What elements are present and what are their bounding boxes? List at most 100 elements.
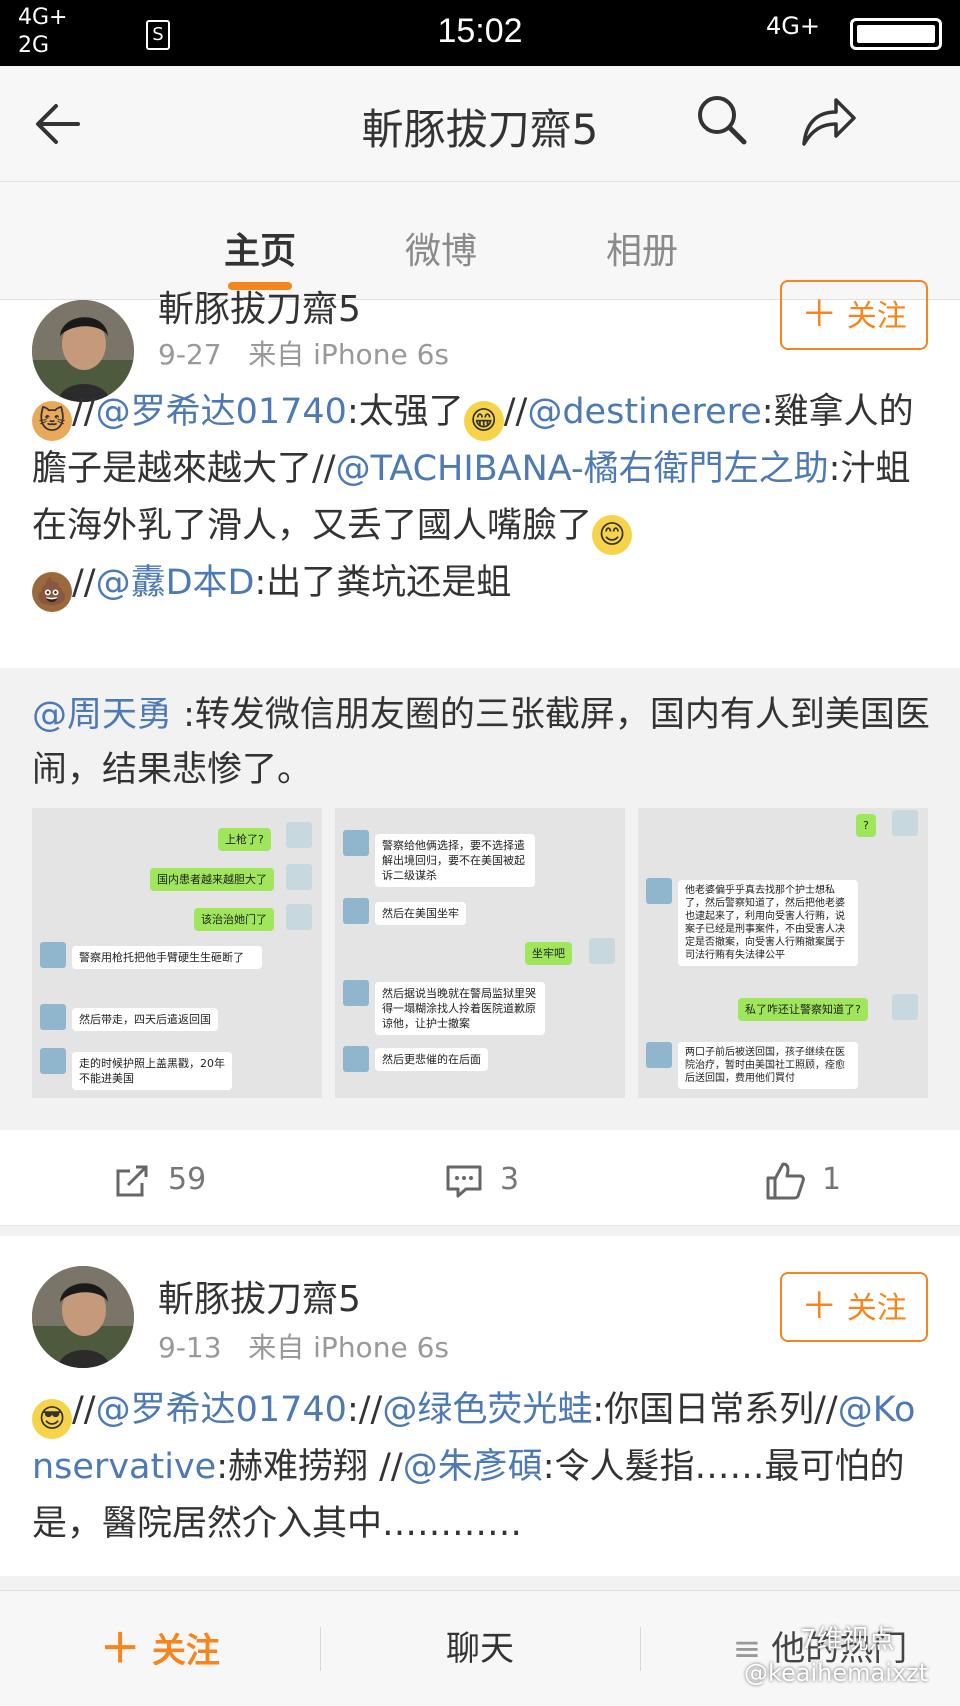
repost-text: @周天勇 :转发微信朋友圈的三张截屏，国内有人到美国医闹，结果悲惨了。 bbox=[32, 688, 932, 798]
thumbnail-image[interactable]: 上枪了? 国内患者越来越胆大了 该治治她门了 警察用枪托把他手臂硬生生砸断了 然… bbox=[32, 808, 322, 1098]
text-span: :出了粪坑还是蛆 bbox=[254, 563, 512, 603]
smile-emoji-icon: 😊 bbox=[592, 515, 633, 555]
repost-button[interactable]: 59 bbox=[112, 1130, 206, 1230]
avatar[interactable] bbox=[32, 1266, 134, 1368]
text-span: // bbox=[72, 1390, 96, 1430]
avatar-photo bbox=[32, 1266, 134, 1368]
plus-icon: ＋ bbox=[801, 294, 838, 335]
chat-avatar bbox=[286, 864, 312, 890]
mention-link[interactable]: @destinerere bbox=[527, 392, 761, 432]
mention-link[interactable]: @罗希达01740 bbox=[96, 1390, 347, 1430]
chat-avatar bbox=[40, 1048, 66, 1074]
battery-icon bbox=[850, 18, 942, 50]
sunglasses-emoji-icon: 😎 bbox=[32, 1399, 72, 1439]
chat-avatar bbox=[343, 1046, 369, 1072]
mention-link[interactable]: @罗希达01740 bbox=[96, 392, 347, 432]
chat-avatar bbox=[589, 938, 615, 964]
text-span: :赫难捞翔 // bbox=[216, 1447, 403, 1487]
like-count: 1 bbox=[822, 1162, 842, 1197]
mention-link[interactable]: @朱彥碩 bbox=[403, 1447, 543, 1487]
mention-link[interactable]: @TACHIBANA-橘右衛門左之助 bbox=[336, 449, 829, 489]
poop-emoji-icon: 💩 bbox=[32, 572, 72, 612]
post-username[interactable]: 斬豚拔刀齋5 bbox=[158, 280, 361, 332]
chat-bubble: 两口子前后被送回国，孩子继续在医院治疗，暂时由美国社工照顾，痊愈后送回国，费用他… bbox=[678, 1042, 858, 1089]
like-button[interactable]: 1 bbox=[764, 1130, 841, 1230]
chat-avatar bbox=[343, 980, 369, 1006]
post-body: 🐱//@罗希达01740:太强了 😁//@destinerere:雞拿人的膽子是越… bbox=[32, 384, 932, 612]
chat-avatar bbox=[892, 810, 918, 836]
follow-label: 关注 bbox=[846, 299, 907, 334]
nav-bar: 斬豚拔刀齋5 bbox=[0, 66, 960, 182]
thumbnail-image[interactable]: ? 他老婆偏乎乎真去找那个护士想私了，然后警察知道了，然后把他老婆也逮起来了，利… bbox=[638, 808, 928, 1098]
post-body: 😎//@罗希达01740://@绿色荧光蛙:你国日常系列//@Konservat… bbox=[32, 1382, 932, 1553]
mention-link[interactable]: @纛D本D bbox=[96, 563, 255, 603]
network-label: 4G+ bbox=[766, 12, 820, 40]
chat-avatar bbox=[40, 942, 66, 968]
chat-bubble: 走的时候护照上盖黑戳，20年不能进美国 bbox=[72, 1052, 232, 1090]
post-card: 斬豚拔刀齋5 9-13 来自 iPhone 6s ＋ 关注 😎//@罗希达017… bbox=[0, 1236, 960, 1576]
chat-avatar bbox=[286, 904, 312, 930]
tab-weibo[interactable]: 微博 bbox=[371, 222, 511, 274]
repost-block[interactable]: @周天勇 :转发微信朋友圈的三张截屏，国内有人到美国医闹，结果悲惨了。 上枪了?… bbox=[0, 668, 960, 1130]
text-span: // bbox=[503, 392, 528, 432]
post-action-bar: 59 3 1 bbox=[0, 1130, 960, 1226]
mention-link[interactable]: @周天勇 bbox=[32, 695, 172, 735]
post-date: 9-13 bbox=[158, 1331, 222, 1364]
post-source: 来自 iPhone 6s bbox=[248, 1331, 449, 1364]
chat-bubble: 警察给他俩选择，要不选择遣解出境回归，要不在美国被起诉二级谋杀 bbox=[375, 834, 535, 887]
mention-link[interactable]: @绿色荧光蛙 bbox=[382, 1390, 592, 1430]
divider bbox=[320, 1627, 321, 1671]
chat-bubble: 然后据说当晚就在警局监狱里哭得一塌糊涂找人拎着医院道歉原谅他，让护士撤案 bbox=[375, 982, 545, 1035]
follow-bottom-button[interactable]: ＋ 关注 bbox=[60, 1591, 260, 1706]
chat-avatar bbox=[343, 830, 369, 856]
comment-count: 3 bbox=[500, 1162, 520, 1197]
watermark-line2: @keaihemaixzt bbox=[744, 1659, 929, 1687]
tab-home[interactable]: 主页 bbox=[190, 222, 330, 274]
status-bar: 4G+ 2G S 15:02 4G+ bbox=[0, 0, 960, 66]
chat-bubble: 然后带走，四天后遣返回国 bbox=[72, 1008, 218, 1031]
chat-avatar bbox=[40, 1004, 66, 1030]
post-card: 斬豚拔刀齋5 9-27 来自 iPhone 6s ＋ 关注 🐱//@罗希达017… bbox=[0, 280, 960, 668]
search-icon[interactable] bbox=[692, 90, 752, 150]
thumbnail-image[interactable]: 警察给他俩选择，要不选择遣解出境回归，要不在美国被起诉二级谋杀 然后在美国坐牢 … bbox=[335, 808, 625, 1098]
post-source: 来自 iPhone 6s bbox=[248, 338, 449, 371]
follow-button[interactable]: ＋ 关注 bbox=[780, 280, 928, 350]
chat-avatar bbox=[646, 878, 672, 904]
follow-bottom-label: 关注 bbox=[151, 1631, 220, 1671]
cat-emoji-icon: 🐱 bbox=[32, 401, 72, 441]
chat-bubble: 私了咋还让警察知道了? bbox=[738, 998, 868, 1021]
post-meta: 9-13 来自 iPhone 6s bbox=[158, 1326, 449, 1366]
chat-bubble: 该治治她门了 bbox=[194, 908, 274, 931]
chat-avatar bbox=[646, 1042, 672, 1068]
share-icon[interactable] bbox=[796, 88, 860, 152]
plus-icon: ＋ bbox=[100, 1626, 141, 1672]
chat-bubble: 坐牢吧 bbox=[525, 942, 572, 965]
repost-icon bbox=[116, 1165, 148, 1196]
chat-bubble: 他老婆偏乎乎真去找那个护士想私了，然后警察知道了，然后把他老婆也逮起来了，利用向… bbox=[678, 880, 858, 966]
text-span: :你国日常系列// bbox=[592, 1390, 838, 1430]
post-username[interactable]: 斬豚拔刀齋5 bbox=[158, 1270, 361, 1322]
repost-count: 59 bbox=[168, 1162, 207, 1197]
chat-bubble: 然后更悲催的在后面 bbox=[375, 1048, 488, 1071]
chat-bubble: 国内患者越来越胆大了 bbox=[150, 868, 274, 891]
comment-button[interactable]: 3 bbox=[444, 1130, 519, 1230]
post-meta: 9-27 来自 iPhone 6s bbox=[158, 333, 449, 373]
text-span: // bbox=[72, 392, 96, 432]
follow-button[interactable]: ＋ 关注 bbox=[780, 1272, 928, 1342]
comment-icon bbox=[446, 1165, 482, 1197]
chat-bubble: 然后在美国坐牢 bbox=[375, 902, 466, 925]
post-date: 9-27 bbox=[158, 338, 222, 371]
chat-bubble: 上枪了? bbox=[218, 828, 271, 851]
follow-label: 关注 bbox=[846, 1291, 907, 1326]
chat-avatar bbox=[343, 898, 369, 924]
tab-album[interactable]: 相册 bbox=[572, 222, 712, 274]
plus-icon: ＋ bbox=[801, 1286, 838, 1327]
text-span: :太强了 bbox=[346, 392, 464, 432]
divider bbox=[640, 1627, 641, 1671]
text-span: :// bbox=[346, 1390, 383, 1430]
text-span: // bbox=[72, 563, 96, 603]
chat-avatar bbox=[286, 822, 312, 848]
chat-bubble: ? bbox=[856, 814, 876, 837]
grin-emoji-icon: 😁 bbox=[463, 401, 504, 441]
chat-button[interactable]: 聊天 bbox=[380, 1591, 580, 1706]
